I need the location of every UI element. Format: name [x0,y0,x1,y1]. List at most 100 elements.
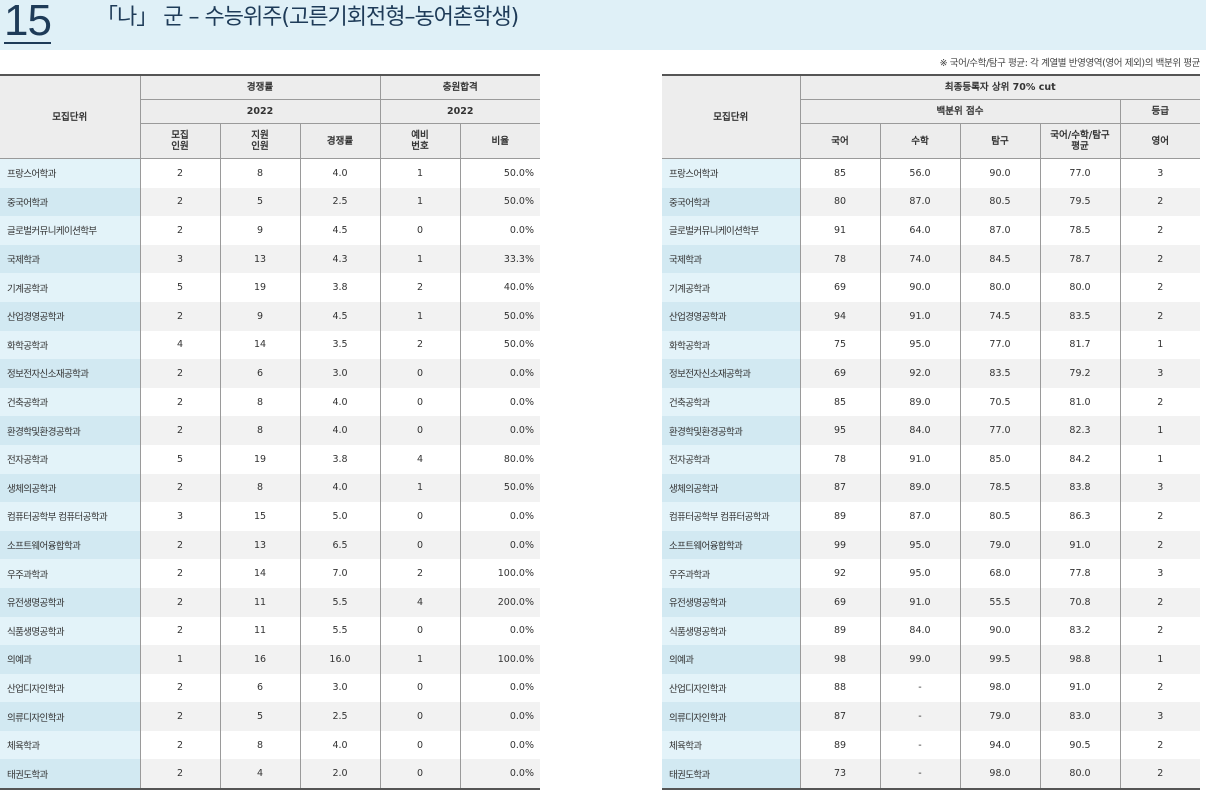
cell-value: 15 [219,502,300,531]
cell-unit: 건축공학과 [662,387,800,417]
cell-value: 84.0 [879,616,960,646]
cell-unit: 프랑스어학과 [0,158,140,188]
cell-value: 100.0% [459,559,540,588]
cell-unit: 우주과학과 [0,559,140,588]
cell-value: 92.0 [879,359,960,388]
cell-value: 83.8 [1039,473,1120,503]
cell-value: 69 [799,587,880,617]
header-year-supplement: 2022 [379,99,540,124]
table-row: 컴퓨터공학부 컴퓨터공학과 3 15 5.0 0 0.0% [0,502,540,531]
cell-value: 2 [1119,530,1201,560]
cell-unit: 의예과 [0,645,140,674]
table-row: 생체의공학과 2 8 4.0 1 50.0% [0,473,540,503]
cell-value: 0 [379,359,460,388]
cell-value: 83.5 [1039,301,1120,331]
cell-value: 3 [1119,158,1201,188]
table-row: 환경학및환경공학과 95 84.0 77.0 82.3 1 [662,416,1201,445]
cell-value: 89.0 [879,473,960,503]
cell-value: 98.0 [959,759,1040,791]
cell-value: 3 [1119,702,1201,731]
table-row: 전자공학과 5 19 3.8 4 80.0% [0,444,540,474]
cell-unit: 국제학과 [662,244,800,274]
cell-value: 78.7 [1039,244,1120,274]
header-unit: 모집단위 [0,74,140,159]
header-year-competition: 2022 [139,99,380,124]
cell-unit: 우주과학과 [662,559,800,588]
cell-value: 87.0 [879,502,960,531]
cell-value: 3 [139,244,220,274]
cell-value: 4 [219,759,300,791]
cell-value: 200.0% [459,587,540,617]
cell-value: 2 [379,273,460,302]
cell-value: 0.0% [459,530,540,560]
cell-value: 87 [799,473,880,503]
cell-value: 1 [1119,444,1201,474]
cell-unit: 글로벌커뮤니케이션학부 [0,216,140,245]
table-row: 정보전자신소재공학과 69 92.0 83.5 79.2 3 [662,359,1201,388]
cell-value: 77.0 [1039,158,1120,188]
cell-value: 2 [139,158,220,188]
table-row: 식품생명공학과 2 11 5.5 0 0.0% [0,616,540,646]
cell-value: 80.0 [959,273,1040,302]
cell-value: 80.0% [459,444,540,474]
cell-value: 2 [1119,387,1201,417]
cell-value: 5 [139,444,220,474]
cell-unit: 생체의공학과 [0,473,140,503]
cell-value: 19 [219,273,300,302]
cell-value: 2 [1119,616,1201,646]
table-row: 유전생명공학과 2 11 5.5 4 200.0% [0,587,540,617]
table-row: 컴퓨터공학부 컴퓨터공학과 89 87.0 80.5 86.3 2 [662,502,1201,531]
cell-unit: 환경학및환경공학과 [0,416,140,445]
header-math: 수학 [879,123,960,159]
cell-value: 0.0% [459,387,540,417]
table-row: 중국어학과 2 5 2.5 1 50.0% [0,187,540,217]
cell-value: 1 [379,158,460,188]
cell-value: 98 [799,645,880,674]
table-row: 태권도학과 2 4 2.0 0 0.0% [0,759,540,791]
cell-value: 0 [379,502,460,531]
cell-value: 85 [799,158,880,188]
cell-value: 84.5 [959,244,1040,274]
cell-value: 90.0 [959,616,1040,646]
cell-value: 50.0% [459,330,540,360]
cell-value: 83.0 [1039,702,1120,731]
cell-value: 5 [139,273,220,302]
cell-value: 91.0 [879,444,960,474]
cell-value: 2 [139,530,220,560]
cell-value: 0.0% [459,502,540,531]
table-row: 우주과학과 92 95.0 68.0 77.8 3 [662,559,1201,588]
table-row: 중국어학과 80 87.0 80.5 79.5 2 [662,187,1201,217]
cell-value: 84.2 [1039,444,1120,474]
cell-value: 0 [379,530,460,560]
cell-unit: 식품생명공학과 [662,616,800,646]
table-row: 소프트웨어융합학과 99 95.0 79.0 91.0 2 [662,530,1201,560]
table-row: 건축공학과 85 89.0 70.5 81.0 2 [662,387,1201,417]
cell-value: 4 [139,330,220,360]
cell-unit: 중국어학과 [0,187,140,217]
cell-value: 79.5 [1039,187,1120,217]
cell-value: 68.0 [959,559,1040,588]
section-title: 「나」 군 – 수능위주(고른기회전형–농어촌학생) [96,5,519,30]
cell-value: 87.0 [879,187,960,217]
cell-value: 91.0 [1039,530,1120,560]
cell-value: 2 [139,616,220,646]
cell-unit: 소프트웨어융합학과 [662,530,800,560]
table-row: 산업경영공학과 94 91.0 74.5 83.5 2 [662,301,1201,331]
cell-value: 3.8 [299,444,380,474]
table-row: 건축공학과 2 8 4.0 0 0.0% [0,387,540,417]
cell-value: 94 [799,301,880,331]
cell-unit: 국제학과 [0,244,140,274]
cell-unit: 유전생명공학과 [662,587,800,617]
header-rate: 비율 [459,123,540,159]
table-row: 기계공학과 5 19 3.8 2 40.0% [0,273,540,302]
cell-unit: 태권도학과 [0,759,140,791]
cell-value: 4.0 [299,387,380,417]
cell-unit: 유전생명공학과 [0,587,140,617]
cell-unit: 의류디자인학과 [662,702,800,731]
cell-value: 75 [799,330,880,360]
cell-value: 50.0% [459,473,540,503]
cell-value: 4.0 [299,158,380,188]
cell-value: 78.5 [1039,216,1120,245]
table-row: 식품생명공학과 89 84.0 90.0 83.2 2 [662,616,1201,646]
table-row: 전자공학과 78 91.0 85.0 84.2 1 [662,444,1201,474]
